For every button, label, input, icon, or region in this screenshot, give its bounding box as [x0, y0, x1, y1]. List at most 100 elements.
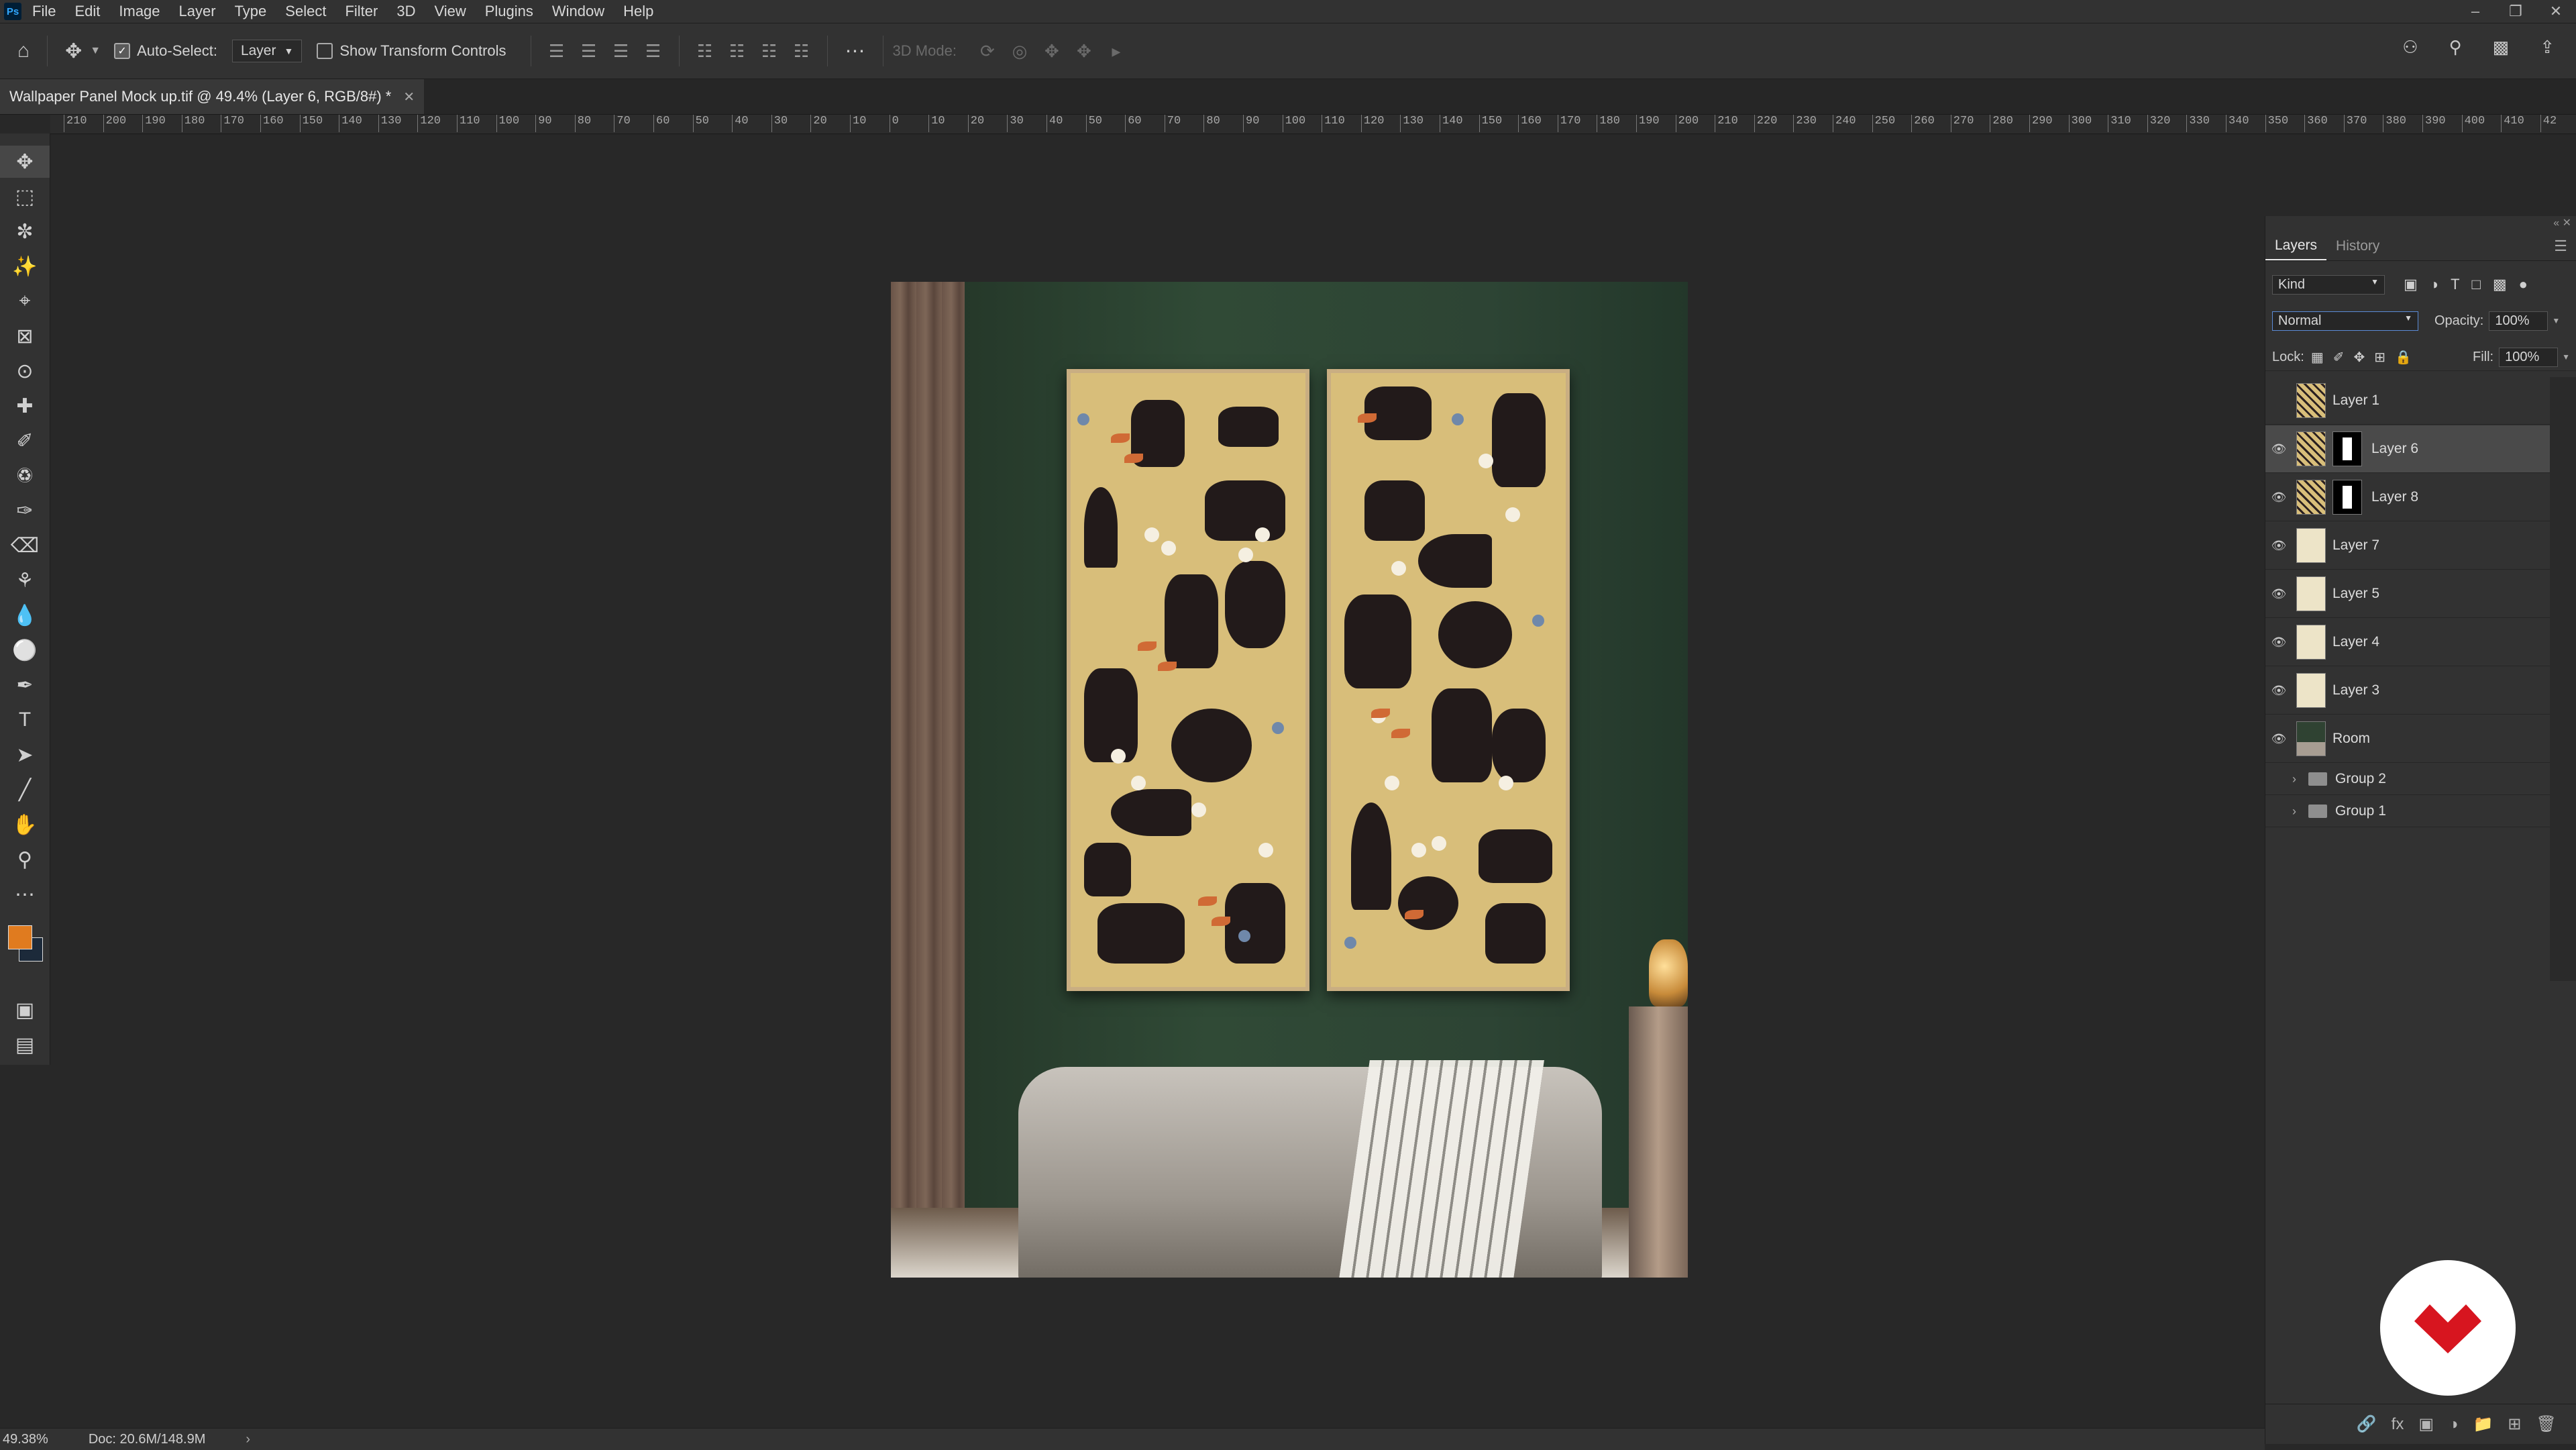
filter-smart-object-icon[interactable]: ▩ [2493, 276, 2507, 293]
add-mask-icon[interactable]: ▣ [2418, 1414, 2434, 1434]
auto-select-checkbox[interactable]: ✓ [114, 43, 131, 59]
menu-layer[interactable]: Layer [179, 3, 216, 20]
document-canvas[interactable] [891, 282, 1688, 1278]
show-transform-checkbox[interactable] [317, 43, 333, 59]
scale-3d-icon[interactable]: ▸ [1104, 39, 1128, 63]
layer-row[interactable]: 👁 Layer 3 [2265, 667, 2550, 715]
filter-kind-dropdown[interactable]: Kind ▼ [2272, 274, 2385, 295]
menu-type[interactable]: Type [235, 3, 267, 20]
align-top-icon[interactable]: ☷ [693, 39, 717, 63]
layer-thumbnail[interactable] [2296, 383, 2326, 418]
layer-thumbnail[interactable] [2296, 721, 2326, 756]
align-bottom-icon[interactable]: ☷ [757, 39, 782, 63]
photoshop-logo-icon[interactable]: Ps [4, 3, 21, 20]
distribute-v-icon[interactable]: ☷ [790, 39, 814, 63]
link-layers-icon[interactable]: 🔗 [2357, 1414, 2377, 1434]
layer-row[interactable]: 👁 Layer 6 [2265, 425, 2550, 473]
move-tool-preset-icon[interactable]: ✥ [65, 40, 82, 63]
align-middle-v-icon[interactable]: ☷ [725, 39, 749, 63]
align-right-icon[interactable]: ☰ [609, 39, 633, 63]
clone-stamp-tool-icon[interactable]: ♽ [0, 460, 50, 492]
menu-edit[interactable]: Edit [74, 3, 100, 20]
edit-toolbar-icon[interactable]: ⋯ [0, 878, 50, 911]
layer-row[interactable]: 👁 Layer 7 [2265, 522, 2550, 570]
layer-mask-thumbnail[interactable] [2332, 480, 2362, 515]
new-layer-icon[interactable]: ⊞ [2508, 1414, 2521, 1434]
lock-transparent-icon[interactable]: ▦ [2311, 349, 2324, 366]
delete-layer-icon[interactable]: 🗑 [2536, 1414, 2557, 1434]
layer-style-fx-icon[interactable]: fx [2392, 1415, 2404, 1434]
color-swatches[interactable] [5, 925, 46, 966]
chevron-down-icon[interactable]: ▼ [2552, 316, 2560, 325]
filter-adjustment-icon[interactable]: ◑ [2430, 276, 2438, 293]
align-center-h-icon[interactable]: ☰ [577, 39, 601, 63]
menu-view[interactable]: View [434, 3, 466, 20]
status-menu-chevron-icon[interactable]: › [246, 1432, 250, 1447]
eye-icon[interactable]: 👁 [2265, 587, 2292, 601]
frame-tool-icon[interactable]: ⊠ [0, 320, 50, 352]
panel-collapse-icon[interactable]: « ✕ [2553, 216, 2571, 229]
filter-type-icon[interactable]: T [2451, 276, 2459, 293]
layer-row[interactable]: 👁 Layer 5 [2265, 570, 2550, 618]
layer-thumbnail[interactable] [2296, 528, 2326, 563]
eraser-tool-icon[interactable]: ⌫ [0, 529, 50, 562]
layer-row[interactable]: 👁 Room [2265, 715, 2550, 763]
workspace-icon[interactable]: ▩ [2493, 37, 2510, 58]
eye-icon[interactable]: 👁 [2265, 442, 2292, 456]
type-tool-icon[interactable]: T [0, 704, 50, 736]
more-options-icon[interactable]: ⋯ [845, 40, 865, 63]
move-tool-icon[interactable]: ✥ [0, 146, 50, 178]
search-icon[interactable]: ⚲ [2449, 37, 2462, 58]
history-brush-tool-icon[interactable]: ✑ [0, 495, 50, 527]
menu-help[interactable]: Help [623, 3, 653, 20]
drag-3d-icon[interactable]: ✥ [1040, 39, 1064, 63]
crop-tool-icon[interactable]: ⌖ [0, 285, 50, 317]
blend-mode-dropdown[interactable]: Normal ▼ [2272, 311, 2418, 331]
opacity-input[interactable]: 100% [2489, 311, 2548, 331]
home-icon[interactable]: ⌂ [17, 40, 30, 62]
filter-shape-icon[interactable]: □ [2472, 276, 2481, 293]
layer-row[interactable]: 👁 Layer 4 [2265, 619, 2550, 666]
pen-tool-icon[interactable]: ✒ [0, 669, 50, 701]
layer-thumbnail[interactable] [2296, 625, 2326, 660]
auto-select-target-dropdown[interactable]: Layer ▼ [231, 40, 303, 62]
lock-all-icon[interactable]: 🔒 [2395, 349, 2412, 366]
lock-image-icon[interactable]: ✐ [2333, 349, 2345, 366]
blur-tool-icon[interactable]: 💧 [0, 599, 50, 631]
new-group-icon[interactable]: 📁 [2473, 1414, 2493, 1434]
menu-3d[interactable]: 3D [396, 3, 415, 20]
marquee-tool-icon[interactable]: ⬚ [0, 180, 50, 213]
menu-select[interactable]: Select [285, 3, 326, 20]
layer-thumbnail[interactable] [2296, 673, 2326, 708]
quick-mask-icon[interactable]: ▣ [0, 994, 50, 1026]
zoom-level[interactable]: 49.38% [3, 1432, 48, 1447]
chevron-down-icon[interactable]: ▼ [90, 45, 101, 57]
share-user-icon[interactable]: ⚇ [2402, 37, 2418, 58]
menu-window[interactable]: Window [552, 3, 604, 20]
paint-bucket-tool-icon[interactable]: ⚘ [0, 564, 50, 597]
align-left-icon[interactable]: ☰ [545, 39, 569, 63]
foreground-color-swatch[interactable] [8, 925, 32, 949]
eye-icon[interactable]: 👁 [2265, 490, 2292, 505]
line-tool-icon[interactable]: ╱ [0, 774, 50, 806]
chevron-right-icon[interactable]: › [2292, 805, 2308, 819]
filter-toggle-icon[interactable]: ● [2519, 276, 2528, 293]
lock-artboard-icon[interactable]: ⊞ [2374, 349, 2385, 366]
horizontal-ruler[interactable]: 210 200 190 180 170 160 150 140 130 120 110 100 90 80… [50, 115, 2576, 134]
eye-icon[interactable]: 👁 [2265, 539, 2292, 553]
menu-image[interactable]: Image [119, 3, 160, 20]
menu-filter[interactable]: Filter [345, 3, 378, 20]
layer-list-scrollbar[interactable] [2550, 377, 2576, 981]
screen-mode-icon[interactable]: ▤ [0, 1029, 50, 1061]
filter-pixel-icon[interactable]: ▣ [2404, 276, 2418, 293]
lock-position-icon[interactable]: ✥ [2353, 349, 2365, 366]
eye-icon[interactable]: 👁 [2265, 684, 2292, 698]
roll-3d-icon[interactable]: ◎ [1008, 39, 1032, 63]
eye-icon[interactable]: 👁 [2265, 732, 2292, 746]
layer-row[interactable]: Layer 1 [2265, 377, 2550, 425]
menu-file[interactable]: File [32, 3, 56, 20]
distribute-h-icon[interactable]: ☰ [641, 39, 665, 63]
layer-thumbnail[interactable] [2296, 576, 2326, 611]
close-window-icon[interactable]: ✕ [2536, 3, 2576, 20]
brush-tool-icon[interactable]: ✐ [0, 425, 50, 457]
